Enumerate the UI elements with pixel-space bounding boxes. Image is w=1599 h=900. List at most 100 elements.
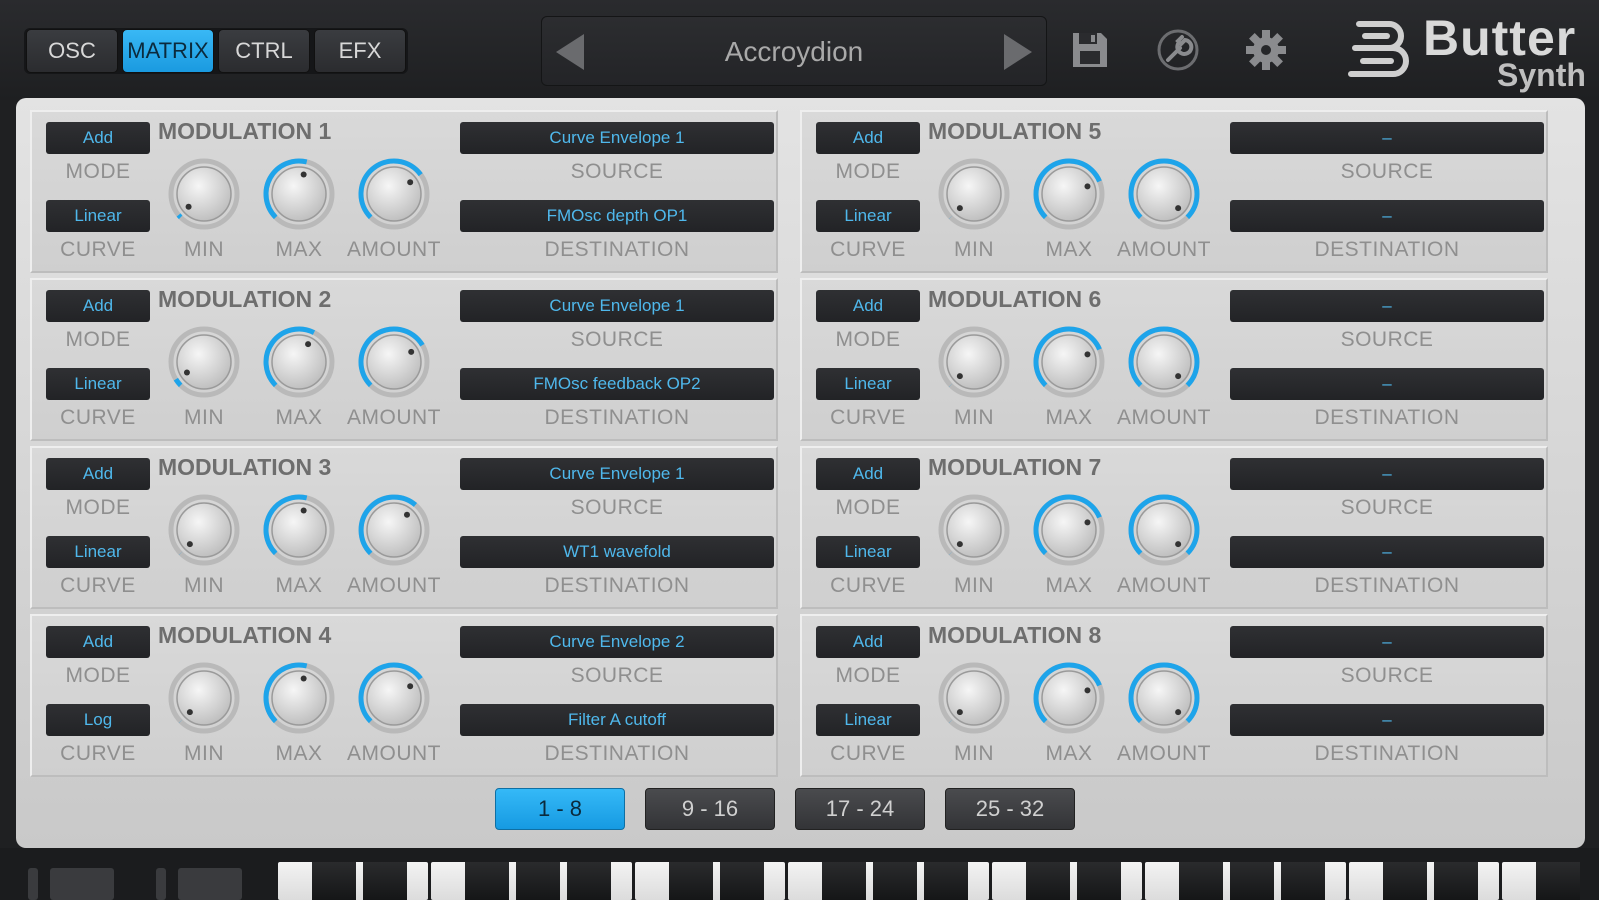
mode-selector[interactable]: Add xyxy=(816,458,920,490)
tab-efx[interactable]: EFX xyxy=(314,29,406,73)
prev-preset-button[interactable] xyxy=(556,34,584,70)
black-key[interactable] xyxy=(669,862,713,900)
destination-selector[interactable]: FMOsc feedback OP2 xyxy=(460,368,774,400)
destination-selector[interactable]: – xyxy=(1230,368,1544,400)
black-key[interactable] xyxy=(1281,862,1325,900)
black-key[interactable] xyxy=(1536,862,1580,900)
amount-knob[interactable] xyxy=(354,322,434,402)
tab-ctrl[interactable]: CTRL xyxy=(218,29,310,73)
source-label: SOURCE xyxy=(1340,328,1434,351)
pitch-wheel[interactable] xyxy=(50,868,114,900)
min-knob[interactable] xyxy=(164,490,244,570)
black-key[interactable] xyxy=(1179,862,1223,900)
page-button-3[interactable]: 17 - 24 xyxy=(795,788,925,830)
black-key[interactable] xyxy=(822,862,866,900)
amount-knob[interactable] xyxy=(1124,154,1204,234)
max-label: MAX xyxy=(275,406,323,429)
source-selector[interactable]: – xyxy=(1230,290,1544,322)
max-knob[interactable] xyxy=(1029,322,1109,402)
curve-selector[interactable]: Linear xyxy=(816,368,920,400)
curve-selector[interactable]: Linear xyxy=(816,704,920,736)
black-key[interactable] xyxy=(873,862,917,900)
source-selector[interactable]: – xyxy=(1230,122,1544,154)
black-key[interactable] xyxy=(567,862,611,900)
min-knob[interactable] xyxy=(934,322,1014,402)
amount-knob[interactable] xyxy=(354,490,434,570)
black-key[interactable] xyxy=(1230,862,1274,900)
mode-selector[interactable]: Add xyxy=(816,290,920,322)
amount-knob[interactable] xyxy=(1124,322,1204,402)
min-knob[interactable] xyxy=(164,154,244,234)
black-key[interactable] xyxy=(1383,862,1427,900)
curve-selector[interactable]: Linear xyxy=(46,368,150,400)
source-selector[interactable]: Curve Envelope 1 xyxy=(460,458,774,490)
max-knob[interactable] xyxy=(1029,658,1109,738)
top-bar: OSC MATRIX CTRL EFX Accroydion Butter Sy… xyxy=(0,0,1599,100)
destination-label: DESTINATION xyxy=(544,406,690,429)
mode-selector[interactable]: Add xyxy=(46,290,150,322)
source-selector[interactable]: – xyxy=(1230,626,1544,658)
black-key[interactable] xyxy=(720,862,764,900)
gear-icon[interactable] xyxy=(1242,26,1290,74)
mode-selector[interactable]: Add xyxy=(816,122,920,154)
curve-selector[interactable]: Linear xyxy=(46,200,150,232)
curve-selector[interactable]: Linear xyxy=(46,536,150,568)
source-selector[interactable]: – xyxy=(1230,458,1544,490)
source-selector[interactable]: Curve Envelope 2 xyxy=(460,626,774,658)
page-button-1[interactable]: 1 - 8 xyxy=(495,788,625,830)
min-knob[interactable] xyxy=(934,154,1014,234)
pitch-bend-handle[interactable] xyxy=(28,868,38,900)
curve-selector[interactable]: Linear xyxy=(816,200,920,232)
save-icon[interactable] xyxy=(1066,26,1114,74)
tab-osc[interactable]: OSC xyxy=(26,29,118,73)
max-knob[interactable] xyxy=(259,322,339,402)
max-knob[interactable] xyxy=(1029,490,1109,570)
amount-knob[interactable] xyxy=(354,154,434,234)
black-key[interactable] xyxy=(363,862,407,900)
source-selector[interactable]: Curve Envelope 1 xyxy=(460,122,774,154)
destination-selector[interactable]: WT1 wavefold xyxy=(460,536,774,568)
mode-selector[interactable]: Add xyxy=(46,122,150,154)
black-key[interactable] xyxy=(516,862,560,900)
preset-name[interactable]: Accroydion xyxy=(602,17,986,87)
amount-knob[interactable] xyxy=(354,658,434,738)
mode-selector[interactable]: Add xyxy=(46,458,150,490)
destination-selector[interactable]: – xyxy=(1230,704,1544,736)
black-key[interactable] xyxy=(1026,862,1070,900)
destination-selector[interactable]: Filter A cutoff xyxy=(460,704,774,736)
max-knob[interactable] xyxy=(259,490,339,570)
curve-selector[interactable]: Log xyxy=(46,704,150,736)
mode-selector[interactable]: Add xyxy=(46,626,150,658)
destination-selector[interactable]: – xyxy=(1230,200,1544,232)
min-knob[interactable] xyxy=(164,658,244,738)
mode-label: MODE xyxy=(835,664,901,687)
wrench-icon[interactable] xyxy=(1154,26,1202,74)
min-knob[interactable] xyxy=(934,490,1014,570)
amount-knob[interactable] xyxy=(1124,490,1204,570)
mod-wheel-handle[interactable] xyxy=(156,868,166,900)
page-button-2[interactable]: 9 - 16 xyxy=(645,788,775,830)
modulation-title: MODULATION 4 xyxy=(158,622,332,648)
next-preset-button[interactable] xyxy=(1004,34,1032,70)
mode-label: MODE xyxy=(835,328,901,351)
source-selector[interactable]: Curve Envelope 1 xyxy=(460,290,774,322)
max-knob[interactable] xyxy=(259,658,339,738)
black-key[interactable] xyxy=(1077,862,1121,900)
max-label: MAX xyxy=(275,574,323,597)
max-knob[interactable] xyxy=(259,154,339,234)
min-knob[interactable] xyxy=(934,658,1014,738)
black-key[interactable] xyxy=(1434,862,1478,900)
page-button-4[interactable]: 25 - 32 xyxy=(945,788,1075,830)
black-key[interactable] xyxy=(465,862,509,900)
destination-selector[interactable]: – xyxy=(1230,536,1544,568)
min-knob[interactable] xyxy=(164,322,244,402)
black-key[interactable] xyxy=(312,862,356,900)
black-key[interactable] xyxy=(924,862,968,900)
max-knob[interactable] xyxy=(1029,154,1109,234)
mode-selector[interactable]: Add xyxy=(816,626,920,658)
amount-knob[interactable] xyxy=(1124,658,1204,738)
tab-matrix[interactable]: MATRIX xyxy=(122,29,214,73)
curve-selector[interactable]: Linear xyxy=(816,536,920,568)
destination-selector[interactable]: FMOsc depth OP1 xyxy=(460,200,774,232)
mod-wheel[interactable] xyxy=(178,868,242,900)
